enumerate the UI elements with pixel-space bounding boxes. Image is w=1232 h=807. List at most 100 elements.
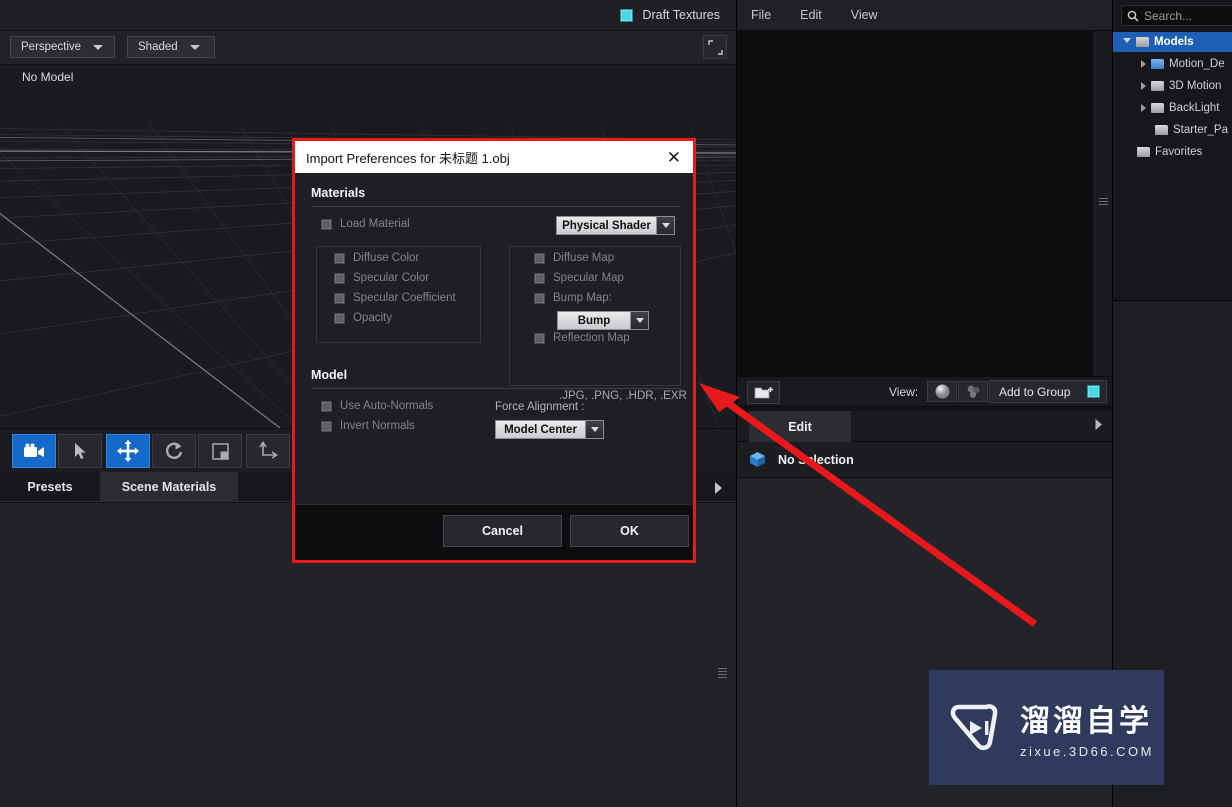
cursor-arrow-icon: [75, 443, 86, 459]
axis-tool-button[interactable]: [246, 434, 290, 468]
folder-icon: [1136, 37, 1149, 47]
scale-square-icon: [211, 442, 229, 460]
use-auto-normals-row[interactable]: Use Auto-Normals: [321, 400, 433, 412]
material-panel-grip[interactable]: [718, 668, 727, 680]
checkbox[interactable]: [534, 292, 545, 304]
axis-transform-icon: [259, 441, 278, 459]
shader-dropdown[interactable]: Physical Shader: [556, 216, 675, 235]
shading-mode-dropdown[interactable]: Shaded: [127, 36, 215, 58]
dialog-footer: Cancel OK: [295, 504, 693, 560]
view-cluster-button[interactable]: [958, 381, 988, 402]
tree-item-label: Starter_Pa: [1173, 124, 1228, 136]
add-to-group-checkbox[interactable]: [1087, 385, 1100, 398]
option-label: Specular Color: [353, 272, 430, 284]
chevron-right-icon: [715, 482, 722, 494]
cancel-button[interactable]: Cancel: [443, 515, 562, 547]
alignment-dropdown[interactable]: Model Center: [495, 420, 604, 439]
diffuse-color-row[interactable]: Diffuse Color: [334, 252, 419, 264]
tree-item-backlight[interactable]: BackLight: [1113, 98, 1232, 118]
invert-normals-row[interactable]: Invert Normals: [321, 420, 415, 432]
checkbox[interactable]: [534, 272, 545, 284]
library-menubar: File Edit View: [737, 0, 1113, 31]
camera-mode-dropdown[interactable]: Perspective: [10, 36, 115, 58]
shader-dropdown-value: Physical Shader: [556, 216, 656, 235]
chevron-down-icon[interactable]: [630, 311, 649, 330]
application-window: Draft Textures Perspective Shaded No Mod…: [0, 0, 1232, 807]
tab-edit[interactable]: Edit: [749, 411, 851, 442]
checkbox[interactable]: [334, 312, 345, 324]
material-panel-expand-button[interactable]: [706, 476, 730, 500]
materials-divider: [311, 206, 681, 207]
diffuse-map-row[interactable]: Diffuse Map: [534, 252, 614, 264]
camera-tool-button[interactable]: [12, 434, 56, 468]
checkbox[interactable]: [534, 252, 545, 264]
selection-row[interactable]: No Selection: [737, 442, 1113, 478]
play-button-logo-icon: [950, 703, 998, 750]
video-camera-icon: [24, 443, 44, 457]
model-section-header: Model: [311, 368, 348, 382]
chevron-down-icon[interactable]: [585, 420, 604, 439]
option-label: Opacity: [353, 312, 392, 324]
library-content-area[interactable]: [737, 31, 1092, 376]
add-to-group-label: Add to Group: [999, 384, 1071, 399]
checkbox[interactable]: [334, 272, 345, 284]
select-tool-button[interactable]: [58, 434, 102, 468]
draft-textures-label: Draft Textures: [642, 8, 720, 22]
new-folder-button[interactable]: [747, 381, 780, 404]
viewport-toolbar: Perspective Shaded: [0, 31, 736, 65]
search-input[interactable]: Search...: [1121, 5, 1232, 26]
draft-textures-bar: Draft Textures: [0, 0, 736, 31]
chevron-down-icon: [93, 44, 104, 50]
chevron-right-icon: [1141, 82, 1146, 90]
load-material-checkbox-row[interactable]: Load Material: [321, 218, 410, 230]
materials-section-header: Materials: [311, 186, 366, 200]
close-icon[interactable]: ✕: [663, 149, 685, 166]
checkbox[interactable]: [321, 218, 332, 230]
search-icon: [1127, 10, 1139, 22]
specular-color-row[interactable]: Specular Color: [334, 272, 429, 284]
dialog-title: Import Preferences for 未标题 1.obj: [306, 150, 510, 166]
viewport-expand-button[interactable]: [703, 35, 727, 59]
tree-item-label: Models: [1154, 36, 1194, 48]
checkbox[interactable]: [334, 252, 345, 264]
move-arrows-icon: [117, 440, 139, 462]
view-sphere-button[interactable]: [927, 381, 957, 402]
checkbox[interactable]: [321, 420, 332, 432]
tree-item-models[interactable]: Models: [1113, 32, 1232, 52]
menu-edit[interactable]: Edit: [800, 8, 822, 22]
bump-map-row[interactable]: Bump Map:: [534, 292, 612, 304]
chevron-right-icon: [1141, 60, 1146, 68]
rotate-arrow-icon: [165, 442, 183, 459]
specular-coefficient-row[interactable]: Specular Coefficient: [334, 292, 456, 304]
rotate-tool-button[interactable]: [152, 434, 196, 468]
specular-map-row[interactable]: Specular Map: [534, 272, 624, 284]
checkbox[interactable]: [534, 332, 545, 344]
chevron-down-icon: [189, 44, 200, 50]
edit-panel-expand-button[interactable]: [1094, 418, 1103, 436]
cube-icon: [750, 452, 765, 467]
scale-tool-button[interactable]: [198, 434, 242, 468]
tree-item-label: Favorites: [1155, 146, 1203, 158]
checkbox[interactable]: [334, 292, 345, 304]
chevron-down-icon[interactable]: [656, 216, 675, 235]
reflection-map-row[interactable]: Reflection Map: [534, 332, 630, 344]
watermark-brand-url: zixue.3D66.COM: [1020, 744, 1154, 759]
move-tool-button[interactable]: [106, 434, 150, 468]
menu-view[interactable]: View: [851, 8, 878, 22]
tree-item-favorites[interactable]: Favorites: [1113, 142, 1232, 162]
tree-item-3d-motion[interactable]: 3D Motion: [1113, 76, 1232, 96]
menu-file[interactable]: File: [751, 8, 771, 22]
checkbox[interactable]: [321, 400, 332, 412]
ok-button[interactable]: OK: [570, 515, 689, 547]
opacity-row[interactable]: Opacity: [334, 312, 392, 324]
cluster-preview-icon: [967, 385, 979, 398]
tab-scene-materials[interactable]: Scene Materials: [100, 472, 238, 502]
bump-dropdown[interactable]: Bump: [557, 311, 649, 330]
option-label: Diffuse Map: [553, 252, 615, 264]
tab-presets[interactable]: Presets: [0, 472, 100, 502]
draft-textures-checkbox[interactable]: [620, 8, 634, 22]
library-scrollbar[interactable]: [1092, 31, 1113, 376]
tree-item-starter-pack[interactable]: Starter_Pa: [1113, 120, 1232, 140]
add-to-group-button[interactable]: Add to Group: [989, 380, 1107, 403]
tree-item-motion-de[interactable]: Motion_De: [1113, 54, 1232, 74]
